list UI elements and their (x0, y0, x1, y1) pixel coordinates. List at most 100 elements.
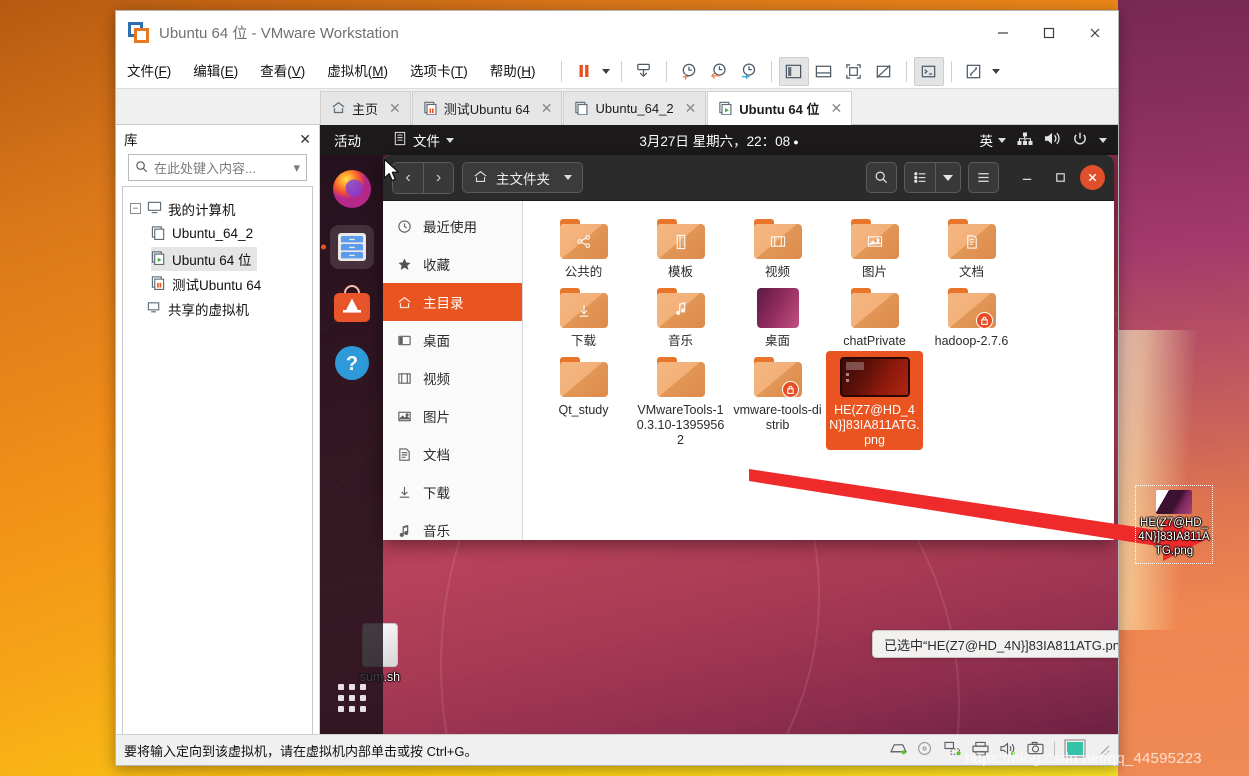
sidebar-item-pictures[interactable]: 图片 (383, 397, 522, 435)
template-icon (673, 234, 688, 253)
menu-tabs[interactable]: 选项卡(T) (399, 54, 479, 89)
manage-snapshots-button[interactable] (734, 57, 764, 86)
sidebar-item-home[interactable]: 主目录 (383, 283, 522, 321)
sidebar-item-music[interactable]: 音乐 (383, 511, 522, 540)
tab-label: 测试Ubuntu 64 (443, 102, 530, 117)
stretch-view-button[interactable] (959, 57, 989, 86)
sidebar-item-downloads[interactable]: 下载 (383, 473, 522, 511)
tree-expander-icon[interactable]: − (130, 203, 141, 214)
tab-close-icon[interactable]: ✕ (685, 100, 697, 117)
sidebar-item-documents[interactable]: 文档 (383, 435, 522, 473)
sidebar-item-videos[interactable]: 视频 (383, 359, 522, 397)
tab-home[interactable]: 主页 ✕ (320, 91, 411, 125)
library-close-icon[interactable]: ✕ (299, 131, 311, 148)
menu-vm[interactable]: 虚拟机(M) (316, 54, 399, 89)
take-snapshot-button[interactable] (674, 57, 704, 86)
tab-test-ubuntu-64[interactable]: 测试Ubuntu 64 ✕ (411, 91, 563, 125)
nautilus-file-grid[interactable]: 公共的 模板 视频 图片 文档 下载 音乐 桌面 chatPrivate had… (523, 201, 1114, 540)
stretch-dropdown-caret-icon[interactable] (989, 57, 1004, 86)
vm-viewport[interactable]: 库 ✕ 在此处键入内容... ▾ − 我的计算机 Ubuntu_64_2 Ubu… (116, 125, 1118, 734)
tab-ubuntu-64-bit[interactable]: Ubuntu 64 位 ✕ (707, 91, 853, 125)
tree-node-ubuntu-64-bit[interactable]: Ubuntu 64 位 (130, 246, 305, 271)
file-item[interactable]: 模板 (632, 213, 729, 282)
unity-mode-button[interactable] (869, 57, 899, 86)
dock-item-firefox[interactable] (330, 167, 374, 211)
input-source-indicator[interactable]: 英 (980, 130, 994, 150)
file-item-selected[interactable]: HE(Z7@HD_4N}]83IA811ATG.png (826, 351, 923, 450)
app-menu-button[interactable]: 文件 (393, 130, 454, 150)
file-item[interactable]: 视频 (729, 213, 826, 282)
power-icon[interactable] (1072, 131, 1088, 150)
dock-item-files[interactable] (329, 225, 374, 269)
maximize-button[interactable] (1026, 11, 1072, 54)
sidebar-item-recent[interactable]: 最近使用 (383, 207, 522, 245)
tree-node-my-computer[interactable]: − 我的计算机 (130, 196, 305, 221)
menu-edit[interactable]: 编辑(E) (182, 54, 249, 89)
file-item[interactable]: chatPrivate (826, 282, 923, 351)
forward-button[interactable]: › (423, 162, 453, 193)
file-item[interactable]: vmware-tools-distrib (729, 351, 826, 450)
tab-ubuntu-64-2[interactable]: Ubuntu_64_2 ✕ (563, 91, 707, 125)
app-menu-caret-icon[interactable] (446, 137, 454, 143)
library-search-caret-icon[interactable]: ▾ (293, 160, 300, 176)
close-button[interactable] (1072, 11, 1118, 54)
view-options-caret-icon[interactable] (935, 162, 961, 193)
network-adapter-icon[interactable] (943, 741, 962, 759)
full-screen-button[interactable] (839, 57, 869, 86)
revert-snapshot-button[interactable] (704, 57, 734, 86)
tree-node-ubuntu-64-2[interactable]: Ubuntu_64_2 (130, 221, 305, 246)
show-thumbnails-button[interactable] (809, 57, 839, 86)
pause-dropdown-caret-icon[interactable] (599, 57, 614, 86)
file-item[interactable]: VMwareTools-10.3.10-13959562 (632, 351, 729, 450)
pause-vm-button[interactable] (569, 57, 599, 86)
list-view-icon[interactable] (904, 162, 935, 193)
tree-node-test-ubuntu-64[interactable]: 测试Ubuntu 64 (130, 271, 305, 296)
console-view-button[interactable] (913, 56, 944, 86)
hamburger-menu-icon[interactable] (968, 162, 999, 193)
system-indicators[interactable]: 英 (980, 130, 1119, 150)
ubuntu-dock: ? (320, 155, 383, 734)
system-menu-caret-icon[interactable] (1099, 137, 1107, 143)
sidebar-item-desktop[interactable]: 桌面 (383, 321, 522, 359)
cd-drive-icon[interactable] (917, 741, 934, 759)
file-item[interactable]: Qt_study (535, 351, 632, 450)
show-applications-icon[interactable] (337, 684, 366, 712)
path-bar[interactable]: 主文件夹 (462, 162, 583, 193)
file-item[interactable]: 公共的 (535, 213, 632, 282)
dock-item-help[interactable]: ? (330, 341, 374, 385)
send-ctrl-alt-del-button[interactable] (629, 57, 659, 86)
file-item[interactable]: 音乐 (632, 282, 729, 351)
file-name: vmware-tools-distrib (733, 403, 822, 432)
menu-help[interactable]: 帮助(H) (479, 54, 547, 89)
nautilus-minimize-button[interactable] (1014, 165, 1040, 191)
menu-file[interactable]: 文件(F) (116, 54, 182, 89)
nautilus-maximize-button[interactable] (1047, 165, 1073, 191)
tab-close-icon[interactable]: ✕ (389, 100, 401, 117)
hard-disk-icon[interactable] (889, 741, 908, 759)
input-source-caret-icon[interactable] (998, 137, 1006, 143)
path-caret-icon[interactable] (564, 175, 572, 180)
guest-display[interactable]: sum.sh test 活动 文件 3月27日 星期 (320, 125, 1118, 734)
file-item[interactable]: hadoop-2.7.6 (923, 282, 1020, 351)
file-item[interactable]: 下载 (535, 282, 632, 351)
tree-node-shared-vms[interactable]: 共享的虚拟机 (130, 296, 305, 321)
activities-button[interactable]: 活动 (320, 130, 375, 150)
home-icon (473, 169, 488, 187)
tab-close-icon[interactable]: ✕ (830, 100, 842, 117)
tab-close-icon[interactable]: ✕ (541, 100, 553, 117)
search-icon[interactable] (866, 162, 897, 193)
file-item[interactable]: 文档 (923, 213, 1020, 282)
nautilus-close-button[interactable] (1080, 165, 1105, 190)
menu-view[interactable]: 查看(V) (249, 54, 316, 89)
dock-item-ubuntu-software[interactable] (330, 283, 374, 327)
volume-icon[interactable] (1044, 131, 1061, 149)
clock[interactable]: 3月27日 星期六，22：08 ● (639, 130, 798, 150)
show-library-button[interactable] (778, 56, 809, 86)
network-icon[interactable] (1017, 132, 1033, 149)
sidebar-item-starred[interactable]: 收藏 (383, 245, 522, 283)
library-search-input[interactable]: 在此处键入内容... ▾ (128, 154, 307, 181)
file-item[interactable]: 图片 (826, 213, 923, 282)
dragged-file-desktop-icon[interactable]: HE(Z7@HD_4N}]83IA811ATG.png (1135, 485, 1213, 565)
file-item[interactable]: 桌面 (729, 282, 826, 351)
minimize-button[interactable] (980, 11, 1026, 54)
